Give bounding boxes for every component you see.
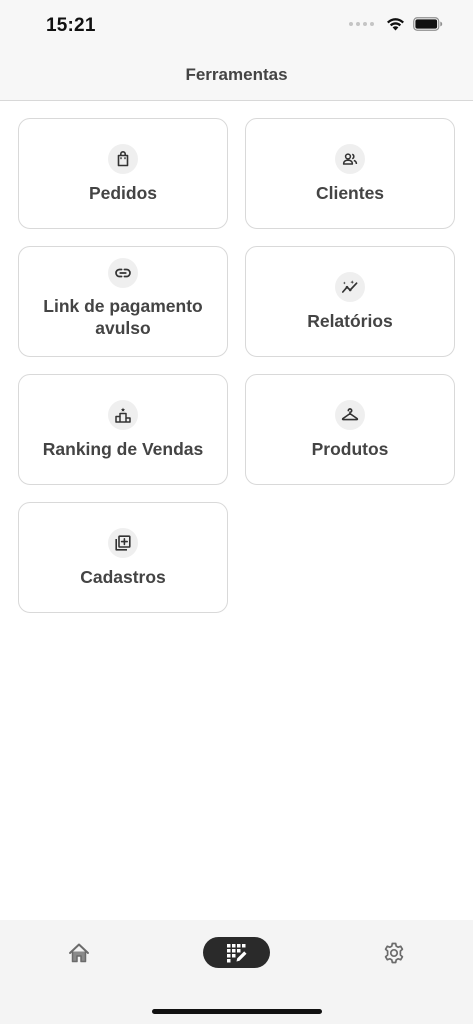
home-icon bbox=[69, 943, 89, 963]
tool-card-cadastros[interactable]: Cadastros bbox=[18, 502, 228, 613]
tool-card-label: Produtos bbox=[311, 438, 389, 459]
shopping-bag-icon bbox=[108, 143, 138, 174]
tool-card-label: Link de pagamento avulso bbox=[43, 296, 203, 338]
podium-icon bbox=[108, 399, 138, 430]
tool-card-label: Cadastros bbox=[80, 566, 166, 587]
analytics-icon bbox=[335, 271, 365, 302]
tool-card-produtos[interactable]: Produtos bbox=[245, 374, 455, 485]
wifi-icon bbox=[387, 18, 404, 31]
tool-card-label: Relatórios bbox=[307, 310, 393, 331]
battery-icon bbox=[413, 17, 443, 31]
tool-card-pedidos[interactable]: Pedidos bbox=[18, 118, 228, 229]
tool-card-link-pagamento[interactable]: Link de pagamento avulso bbox=[18, 246, 228, 357]
users-icon bbox=[335, 143, 365, 174]
tool-card-label: Ranking de Vendas bbox=[42, 438, 204, 459]
tool-card-clientes[interactable]: Clientes bbox=[245, 118, 455, 229]
tool-card-label: Clientes bbox=[315, 182, 385, 203]
tool-card-relatorios[interactable]: Relatórios bbox=[245, 246, 455, 357]
status-bar: 15:21 bbox=[0, 0, 473, 52]
gear-icon bbox=[384, 942, 404, 964]
hanger-icon bbox=[335, 399, 365, 430]
add-to-library-icon bbox=[108, 527, 138, 558]
tool-card-ranking-vendas[interactable]: Ranking de Vendas bbox=[18, 374, 228, 485]
tab-configuracoes[interactable] bbox=[378, 936, 410, 970]
cellular-signal-icon bbox=[349, 22, 374, 26]
page-title: Ferramentas bbox=[185, 65, 288, 84]
tab-home[interactable] bbox=[63, 936, 95, 970]
tools-grid: Pedidos Clientes Link de pagamento avuls… bbox=[18, 118, 455, 613]
status-time: 15:21 bbox=[46, 15, 96, 36]
status-indicators bbox=[349, 17, 443, 31]
tools-grid-icon bbox=[226, 943, 246, 962]
home-indicator[interactable] bbox=[152, 1009, 322, 1014]
link-icon bbox=[108, 258, 138, 288]
tool-card-label: Pedidos bbox=[88, 182, 158, 203]
nav-header: Ferramentas bbox=[0, 52, 473, 101]
tab-ferramentas[interactable] bbox=[203, 937, 270, 968]
